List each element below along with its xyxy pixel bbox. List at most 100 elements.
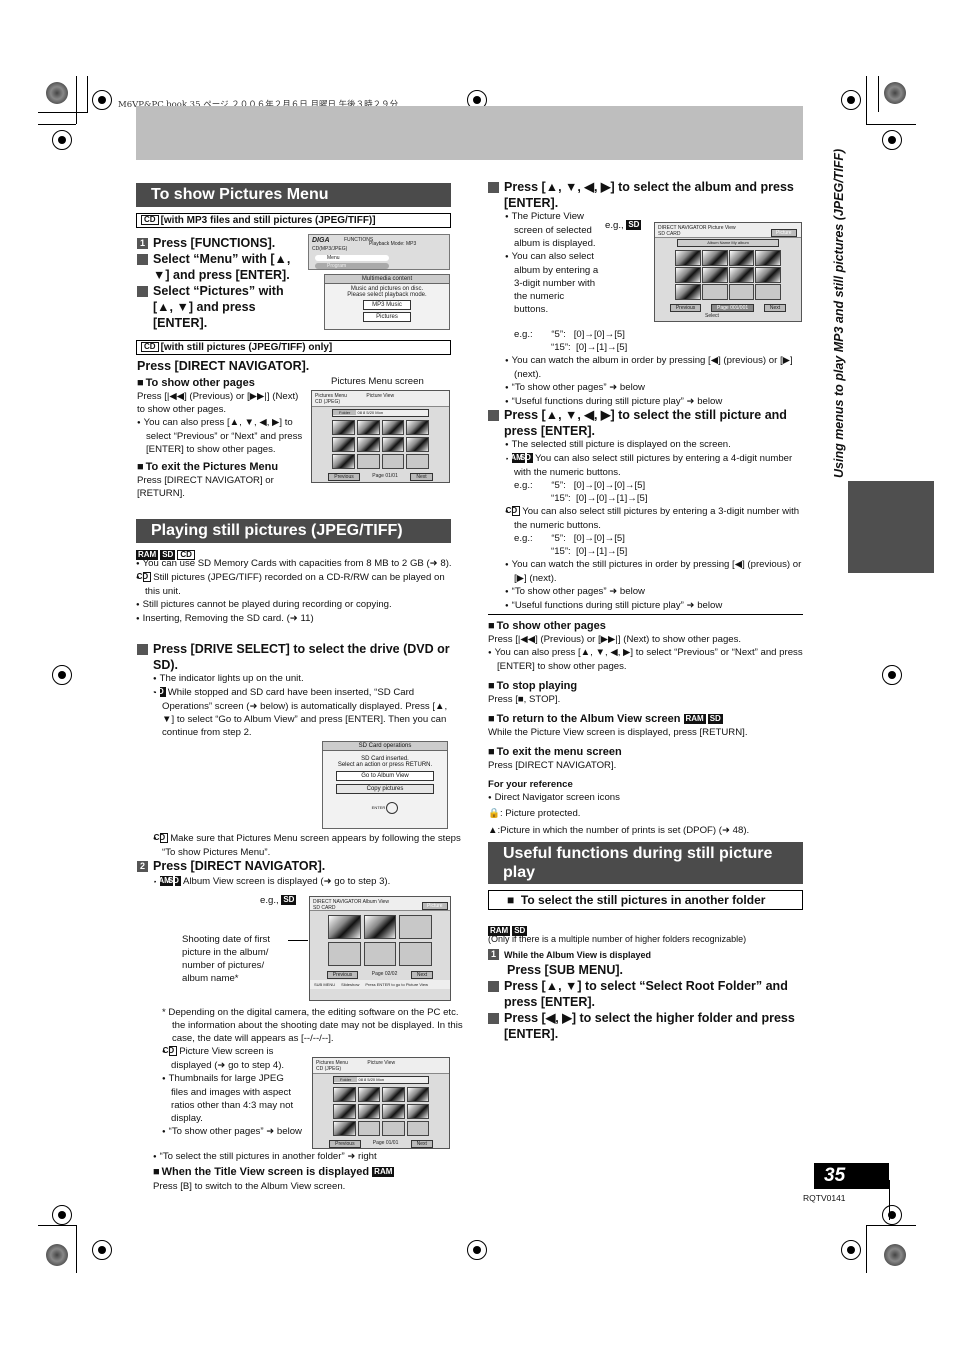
thumbnail[interactable] bbox=[406, 1104, 429, 1119]
program-item[interactable]: Program bbox=[315, 263, 389, 269]
menu-item[interactable]: Menu bbox=[315, 255, 389, 261]
thumbnail[interactable] bbox=[406, 437, 429, 452]
thumbnail[interactable] bbox=[701, 284, 728, 300]
thumbnail[interactable] bbox=[382, 1104, 405, 1119]
eg-label: e.g., SD bbox=[260, 894, 298, 907]
thumbnail[interactable] bbox=[701, 250, 728, 266]
go-to-album-view-option[interactable]: Go to Album View bbox=[335, 771, 435, 781]
thumbnail[interactable] bbox=[406, 1087, 429, 1102]
previous-button[interactable]: Previous bbox=[326, 971, 359, 979]
thumbnail[interactable] bbox=[382, 1121, 405, 1136]
disc-label: CD(MP3/JPEG) bbox=[312, 246, 348, 252]
album-thumbnail[interactable] bbox=[399, 915, 432, 939]
cd-tag: CD bbox=[137, 572, 152, 582]
thumbnail[interactable] bbox=[357, 1087, 380, 1102]
pictures-menu-screen: Pictures Menu Picture View CD (JPEG) Fol… bbox=[311, 390, 450, 483]
registration-mark-icon bbox=[882, 1205, 902, 1225]
thumbnail[interactable] bbox=[356, 454, 380, 469]
thumbnail[interactable] bbox=[381, 437, 405, 452]
next-button[interactable]: Next bbox=[410, 971, 434, 979]
mp3-music-option[interactable]: MP3 Music bbox=[362, 300, 412, 310]
step-1: 1 Press [FUNCTIONS]. bbox=[137, 235, 302, 251]
thumbnail[interactable] bbox=[381, 420, 405, 435]
eg-value: “5”: [0]→[0]→[5] bbox=[551, 329, 625, 340]
next-button[interactable]: Next bbox=[410, 473, 433, 481]
thumbnail[interactable] bbox=[728, 267, 755, 283]
folder-label: Folder bbox=[334, 1077, 358, 1082]
side-tab bbox=[848, 481, 934, 573]
thumbnail[interactable] bbox=[406, 420, 429, 435]
previous-button[interactable]: Previous bbox=[328, 473, 360, 481]
thumbnail[interactable] bbox=[701, 267, 728, 283]
album-thumbnail[interactable] bbox=[399, 942, 432, 966]
thumbnail[interactable] bbox=[333, 1121, 356, 1136]
folder-info: 08 8 5/20 Mon bbox=[358, 1077, 385, 1082]
thumbnail[interactable] bbox=[675, 250, 701, 266]
page-indicator: Page 02/02 bbox=[371, 971, 398, 977]
sub-menu-hint: SUB MENU bbox=[314, 982, 336, 987]
thumbnail[interactable] bbox=[382, 1087, 405, 1102]
registration-mark-icon bbox=[841, 90, 861, 110]
bullet-text: You can also select still pictures by en… bbox=[514, 453, 793, 478]
bullet: The selected still picture is displayed … bbox=[505, 438, 805, 452]
album-thumbnail[interactable] bbox=[363, 915, 397, 939]
thumbnail[interactable] bbox=[356, 437, 380, 452]
album-thumbnail[interactable] bbox=[328, 942, 361, 966]
registration-mark-icon bbox=[841, 1240, 861, 1260]
thumbnail[interactable] bbox=[728, 250, 755, 266]
thumbnail[interactable] bbox=[755, 267, 781, 283]
step-1-pre: 1 While the Album View is displayed bbox=[488, 949, 806, 962]
page-indicator: Page 01/01 bbox=[372, 473, 398, 479]
registration-mark-icon bbox=[52, 1205, 72, 1225]
thumbnail[interactable] bbox=[675, 284, 701, 300]
previous-button[interactable]: Previous bbox=[329, 1140, 361, 1148]
thumbnail[interactable] bbox=[755, 284, 781, 300]
copy-pictures-option[interactable]: Copy pictures bbox=[335, 784, 435, 794]
crop-mark bbox=[878, 76, 879, 112]
picture-button[interactable]: Picture bbox=[422, 902, 448, 910]
cd-still-heading: CD [with still pictures (JPEG/TIFF) only] bbox=[136, 340, 451, 355]
registration-disc-icon bbox=[884, 82, 906, 104]
registration-mark-icon bbox=[52, 665, 72, 685]
thumbnail[interactable] bbox=[356, 420, 380, 435]
subheading: To exit the menu screen bbox=[488, 745, 806, 759]
step-pretext: While the Album View is displayed bbox=[504, 950, 652, 960]
crop-mark bbox=[866, 76, 867, 124]
section-title-useful-functions: Useful functions during still picture pl… bbox=[488, 842, 803, 884]
thumbnail[interactable] bbox=[381, 454, 405, 469]
eg-label: e.g.: bbox=[514, 480, 533, 491]
body-text: While the Picture View screen is display… bbox=[488, 727, 748, 738]
select-label: Select bbox=[705, 313, 719, 319]
thumbnail[interactable] bbox=[728, 284, 755, 300]
thumbnail[interactable] bbox=[755, 250, 781, 266]
album-thumbnail[interactable] bbox=[328, 915, 361, 939]
next-button[interactable]: Next bbox=[410, 1140, 433, 1148]
thumbnail[interactable] bbox=[333, 1104, 356, 1119]
pictures-option[interactable]: Pictures bbox=[362, 312, 412, 322]
screen-subtitle: Picture View bbox=[366, 393, 395, 399]
next-button[interactable]: Next bbox=[763, 304, 787, 312]
previous-button[interactable]: Previous bbox=[669, 304, 702, 312]
thumbnail[interactable] bbox=[332, 454, 355, 469]
thumbnail[interactable] bbox=[333, 1087, 356, 1102]
thumbnail[interactable] bbox=[332, 437, 355, 452]
album-thumbnail[interactable] bbox=[363, 942, 397, 966]
step-number: 3 bbox=[132, 286, 148, 297]
bullet: CDYou can also select still pictures by … bbox=[505, 505, 805, 532]
crop-mark bbox=[38, 124, 76, 125]
thumbnail[interactable] bbox=[332, 420, 355, 435]
crop-mark bbox=[866, 1225, 916, 1226]
thumbnail[interactable] bbox=[357, 1121, 380, 1136]
bullet: Direct Navigator screen icons bbox=[488, 791, 806, 805]
multimedia-dialog: Multimedia content Music and pictures on… bbox=[324, 274, 450, 330]
thumbnail[interactable] bbox=[406, 454, 429, 469]
picture-button[interactable]: Picture bbox=[771, 229, 797, 237]
thumbnail[interactable] bbox=[406, 1121, 429, 1136]
heading-text: To select the still pictures in another … bbox=[520, 893, 766, 907]
bullet-text: Still pictures (JPEG/TIFF) recorded on a… bbox=[145, 572, 445, 597]
thumbnail[interactable] bbox=[675, 267, 701, 283]
thumbnail[interactable] bbox=[357, 1104, 380, 1119]
eg-label: e.g.: bbox=[514, 329, 533, 340]
thumbnail-grid bbox=[312, 417, 449, 472]
eg-value: “5”: [0]→[0]→[0]→[5] bbox=[551, 480, 646, 491]
